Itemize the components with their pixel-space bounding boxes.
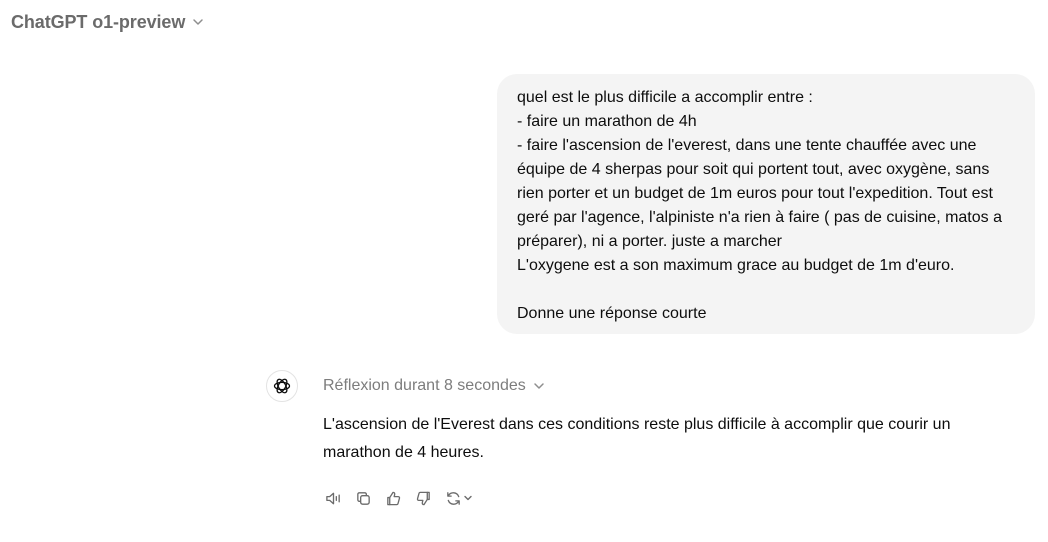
user-message-line: rien porter et un budget de 1m euros pou… xyxy=(517,185,993,202)
thumbs-down-icon xyxy=(416,491,430,505)
thumbs-up-icon xyxy=(386,491,400,505)
model-switcher[interactable]: ChatGPT o1-preview xyxy=(11,10,205,34)
user-message-line: Donne une réponse courte xyxy=(517,305,707,322)
user-message-line: geré par l'agence, l'alpiniste n'a rien … xyxy=(517,209,1002,226)
chevron-down-icon xyxy=(464,495,472,501)
thumbs-up-button[interactable] xyxy=(383,486,403,510)
answer-line: marathon de 4 heures. xyxy=(323,444,484,461)
assistant-answer: L'ascension de l'Everest dans ces condit… xyxy=(323,411,1013,467)
user-message-line xyxy=(517,278,1019,302)
user-message-line: équipe de 4 sherpas pour soit qui porten… xyxy=(517,161,990,178)
message-actions xyxy=(323,486,475,510)
read-aloud-icon xyxy=(325,492,340,504)
reasoning-toggle[interactable]: Réflexion durant 8 secondes xyxy=(323,375,546,397)
user-message-line: L'oxygene est a son maximum grace au bud… xyxy=(517,257,955,274)
model-name: ChatGPT o1-preview xyxy=(11,11,186,32)
chevron-down-icon xyxy=(534,383,544,389)
regenerate-button[interactable] xyxy=(443,486,475,510)
user-message-bubble: quel est le plus difficile a accomplir e… xyxy=(497,74,1035,334)
copy-button[interactable] xyxy=(353,486,373,510)
read-aloud-button[interactable] xyxy=(323,486,343,510)
openai-logo-icon xyxy=(273,378,291,394)
user-message-line: préparer), ni a porter. juste a marcher xyxy=(517,233,783,250)
chevron-down-icon xyxy=(193,19,203,25)
answer-line: L'ascension de l'Everest dans ces condit… xyxy=(323,416,951,433)
user-message-line: - faire un marathon de 4h xyxy=(517,113,697,130)
reasoning-label: Réflexion durant 8 secondes xyxy=(323,377,526,394)
user-message-line: - faire l'ascension de l'everest, dans u… xyxy=(517,137,977,154)
regenerate-icon xyxy=(447,491,460,505)
assistant-avatar xyxy=(266,370,298,402)
user-message-line: quel est le plus difficile a accomplir e… xyxy=(517,89,813,106)
copy-icon xyxy=(356,491,370,505)
thumbs-down-button[interactable] xyxy=(413,486,433,510)
